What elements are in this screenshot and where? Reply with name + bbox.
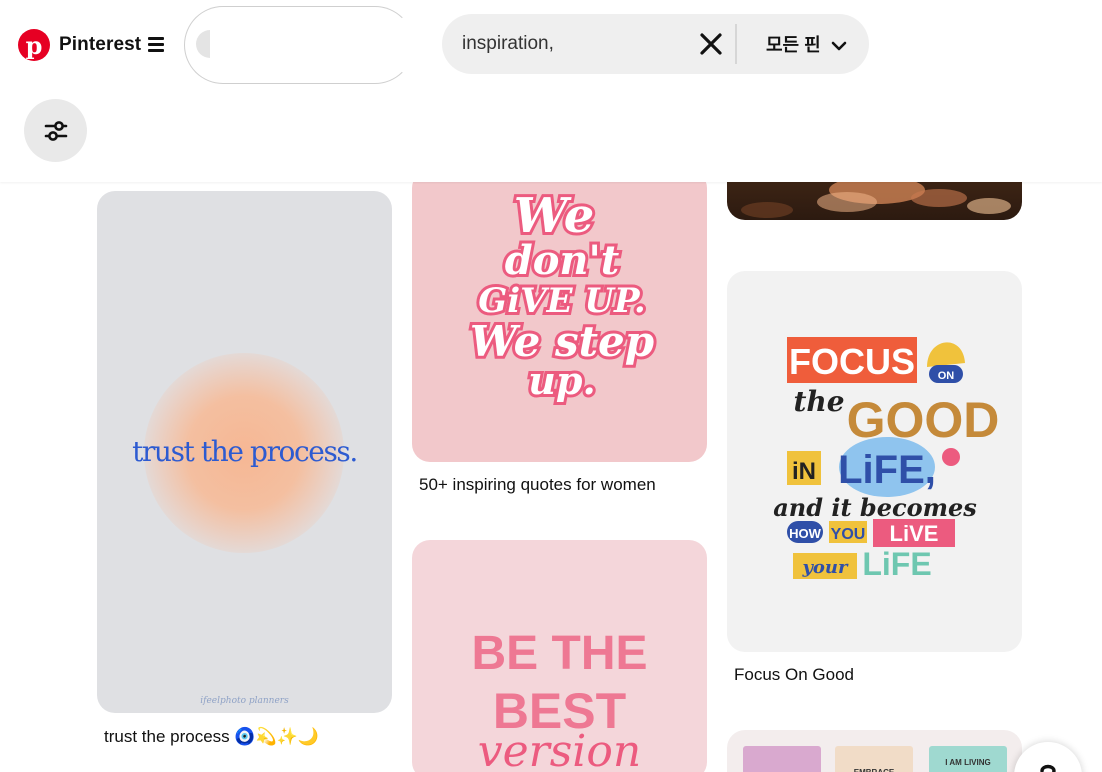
focus-word-3: the [793, 385, 844, 418]
best-line-1: BE THE [471, 627, 648, 680]
mini-card-2: EMBRACE [835, 746, 913, 772]
best-line-3: version [477, 726, 642, 772]
search-divider [735, 24, 737, 64]
quote-line-3: GiVE UP. [478, 281, 646, 321]
focus-word-6: LiFE, [838, 448, 936, 492]
top-header: p Pinterest 모든 핀 [0, 0, 1102, 182]
pinterest-logo-icon[interactable]: p [18, 29, 50, 61]
quote-line-2: don't [505, 237, 620, 284]
search-input[interactable] [462, 28, 687, 60]
nav-pill[interactable] [184, 6, 414, 84]
menu-icon[interactable] [148, 37, 164, 53]
filter-icon [44, 120, 67, 141]
focus-word-2: ON [938, 370, 955, 382]
pin-caption-trust[interactable]: trust the process 🧿💫✨🌙 [104, 727, 319, 747]
pin-trust-the-process[interactable]: trust the process. ifeelphoto planners [97, 191, 392, 713]
brand-name[interactable]: Pinterest [59, 34, 141, 56]
mini-card-1 [743, 746, 821, 772]
focus-word-8: HOW [789, 526, 822, 541]
chevron-down-icon [831, 41, 846, 51]
quote-line-5: up. [528, 358, 595, 403]
focus-word-5: iN [792, 458, 816, 485]
search-bar: 모든 핀 [442, 14, 869, 74]
pin-focus-on-good[interactable]: FOCUS ON the GOOD iN LiFE, and it become… [727, 271, 1022, 652]
pin-caption-focus[interactable]: Focus On Good [734, 665, 854, 685]
pin-image-text: trust the process. [132, 435, 358, 468]
logo-letter: p [25, 31, 43, 60]
focus-word-9: YOU [831, 526, 866, 543]
focus-word-7: and it becomes [773, 493, 977, 522]
close-icon[interactable] [698, 31, 724, 57]
focus-lettering: FOCUS ON the GOOD iN LiFE, and it become… [773, 337, 999, 582]
pin-we-dont-give-up[interactable]: We don't GiVE UP. We step up. [412, 170, 707, 462]
pin-caption-quotes[interactable]: 50+ inspiring quotes for women [419, 475, 656, 495]
pin-affirmation-cards[interactable]: EMBRACE I AM LIVING [727, 730, 1022, 772]
pin-be-the-best-version[interactable]: BE THE BEST version [412, 540, 707, 772]
filter-button[interactable] [24, 99, 87, 162]
focus-word-12: LiFE [862, 546, 931, 582]
focus-word-1: FOCUS [789, 341, 915, 382]
scope-label: 모든 핀 [766, 35, 821, 55]
scope-dropdown[interactable]: 모든 핀 [766, 31, 847, 57]
pin-signature: ifeelphoto planners [200, 696, 289, 706]
quote-line-1: We [514, 188, 595, 244]
focus-word-11: your [801, 557, 849, 578]
focus-word-10: LiVE [890, 521, 939, 546]
help-button[interactable] [1014, 742, 1082, 772]
help-icon [1040, 764, 1056, 772]
quote-lettering: We don't GiVE UP. We step up. [467, 185, 657, 406]
mini-card-3: I AM LIVING [929, 746, 1007, 772]
